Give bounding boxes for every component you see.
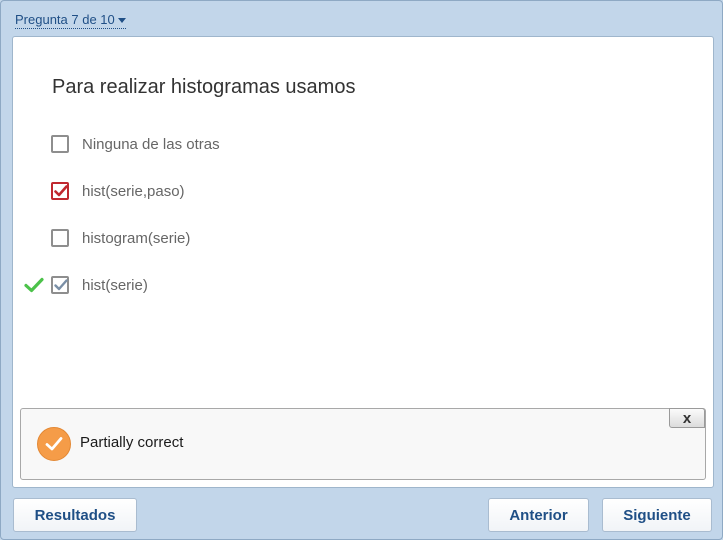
option-2[interactable]: hist(serie,paso) [51,180,185,202]
question-card: Para realizar histogramas usamos Ninguna… [12,36,714,488]
checkbox-unchecked-icon[interactable] [51,135,69,153]
question-text: Para realizar histogramas usamos [52,76,356,98]
option-1[interactable]: Ninguna de las otras [51,133,220,155]
check-circle-icon [37,427,71,461]
option-label: Ninguna de las otras [82,135,220,153]
feedback-panel: x Partially correct [20,408,706,480]
question-navigator-dropdown[interactable]: Pregunta 7 de 10 [15,12,126,29]
feedback-text: Partially correct [80,434,184,451]
option-label: hist(serie) [82,276,148,294]
caret-down-icon [117,18,126,23]
checkbox-unchecked-icon[interactable] [51,229,69,247]
option-label: hist(serie,paso) [82,182,185,200]
option-label: histogram(serie) [82,229,191,247]
results-button[interactable]: Resultados [13,498,137,532]
checkbox-checked-wrong-icon[interactable] [51,182,69,200]
close-feedback-button[interactable]: x [669,408,705,428]
previous-button[interactable]: Anterior [488,498,589,532]
checkbox-checked-icon[interactable] [51,276,69,294]
option-4[interactable]: hist(serie) [51,274,148,296]
next-button[interactable]: Siguiente [602,498,712,532]
quiz-frame: Pregunta 7 de 10 Para realizar histogram… [0,0,723,540]
question-counter: Pregunta 7 de 10 [15,12,115,27]
correct-check-icon [24,277,44,298]
option-3[interactable]: histogram(serie) [51,227,190,249]
